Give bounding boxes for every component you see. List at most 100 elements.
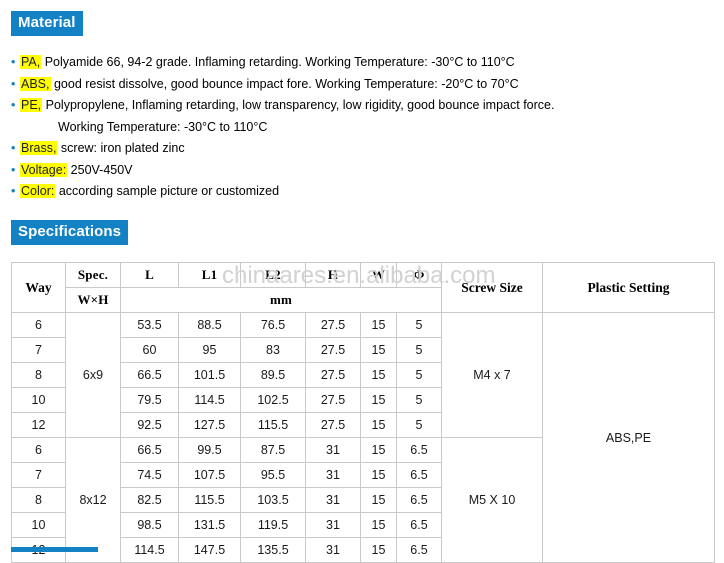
column-header-l2: L2 — [240, 262, 306, 288]
column-header-l: L — [120, 262, 179, 288]
material-term-highlight: PA, — [20, 55, 42, 69]
column-header-way: Way — [11, 262, 66, 313]
cell-l: 74.5 — [120, 462, 179, 488]
table-row: 6 6x9 53.5 88.5 76.5 27.5 15 5 M4 x 7 ABS,PE — [11, 312, 715, 563]
column-header-phi: Φ — [396, 262, 442, 288]
material-section-heading-wrap: Material — [11, 11, 83, 36]
cell-l: 92.5 — [120, 412, 179, 438]
cell-l: 60 — [120, 337, 179, 363]
material-description-continued: Working Temperature: -30°C to 110°C — [58, 119, 268, 134]
material-description: according sample picture or customized — [55, 184, 280, 198]
specifications-table: Way Spec. L L1 L2 H W Φ Screw Size Plast… — [11, 262, 715, 563]
cell-phi: 5 — [396, 362, 442, 388]
cell-h: 27.5 — [305, 412, 361, 438]
cell-way: 10 — [11, 512, 66, 538]
cell-phi: 6.5 — [396, 437, 442, 463]
cell-phi: 5 — [396, 387, 442, 413]
cell-l2: 115.5 — [240, 412, 306, 438]
cell-w: 15 — [360, 337, 397, 363]
cell-l: 53.5 — [120, 312, 179, 338]
material-description: screw: iron plated zinc — [57, 141, 185, 155]
cell-w: 15 — [360, 512, 397, 538]
cell-h: 31 — [305, 512, 361, 538]
cell-l2: 87.5 — [240, 437, 306, 463]
cell-phi: 6.5 — [396, 512, 442, 538]
cell-l: 66.5 — [120, 437, 179, 463]
cell-screw-size: M5 X 10 — [441, 437, 543, 563]
column-header-spec: Spec. — [65, 262, 121, 288]
cell-l1: 101.5 — [178, 362, 241, 388]
material-bullet-list: • PA, Polyamide 66, 94-2 grade. Inflaming… — [11, 52, 711, 203]
bottom-accent-bar — [11, 547, 98, 552]
specifications-table-body: 6 6x9 53.5 88.5 76.5 27.5 15 5 M4 x 7 ABS,PE 7 60 95… — [11, 312, 715, 563]
cell-l1: 131.5 — [178, 512, 241, 538]
material-description: 250V-450V — [67, 162, 133, 177]
cell-w: 15 — [360, 312, 397, 338]
cell-screw-size: M4 x 7 — [441, 312, 543, 438]
column-header-unit-mm: mm — [120, 287, 442, 313]
cell-phi: 5 — [396, 337, 442, 363]
bullet-icon: • — [11, 76, 16, 91]
cell-h: 31 — [305, 537, 361, 563]
material-list-item: • ABS, good resist dissolve, good bounce … — [11, 74, 711, 96]
cell-w: 15 — [360, 412, 397, 438]
cell-phi: 6.5 — [396, 462, 442, 488]
cell-h: 27.5 — [305, 362, 361, 388]
material-description: Polypropylene, Inflaming retarding, low … — [42, 98, 555, 112]
cell-way: 6 — [11, 437, 66, 463]
cell-l1: 107.5 — [178, 462, 241, 488]
bullet-icon: • — [11, 162, 16, 177]
cell-w: 15 — [360, 462, 397, 488]
cell-h: 27.5 — [305, 312, 361, 338]
cell-l1: 147.5 — [178, 537, 241, 563]
cell-h: 27.5 — [305, 337, 361, 363]
cell-w: 15 — [360, 537, 397, 563]
column-header-w: W — [360, 262, 397, 288]
cell-l1: 99.5 — [178, 437, 241, 463]
cell-way: 6 — [11, 312, 66, 338]
cell-l: 79.5 — [120, 387, 179, 413]
material-list-item: • PA, Polyamide 66, 94-2 grade. Inflaming… — [11, 52, 711, 74]
cell-way: 7 — [11, 462, 66, 488]
bullet-icon: • — [11, 55, 16, 69]
material-term-highlight: Voltage: — [20, 162, 68, 177]
cell-plastic-setting: ABS,PE — [542, 312, 715, 563]
material-list-item: • Color: according sample picture or cust… — [11, 181, 711, 203]
cell-way: 7 — [11, 337, 66, 363]
cell-l: 82.5 — [120, 487, 179, 513]
cell-phi: 5 — [396, 412, 442, 438]
column-header-wxh: W×H — [65, 287, 121, 313]
cell-l1: 88.5 — [178, 312, 241, 338]
material-list-item: • Voltage: 250V-450V — [11, 160, 711, 182]
cell-l2: 102.5 — [240, 387, 306, 413]
column-header-screw-size: Screw Size — [441, 262, 543, 313]
cell-l2: 83 — [240, 337, 306, 363]
cell-l2: 103.5 — [240, 487, 306, 513]
cell-h: 31 — [305, 437, 361, 463]
cell-w: 15 — [360, 387, 397, 413]
bullet-icon: • — [11, 98, 16, 112]
cell-l1: 114.5 — [178, 387, 241, 413]
column-header-plastic-setting: Plastic Setting — [542, 262, 715, 313]
cell-l: 66.5 — [120, 362, 179, 388]
cell-h: 27.5 — [305, 387, 361, 413]
cell-spec-wxh: 8x12 — [65, 437, 121, 563]
cell-way: 10 — [11, 387, 66, 413]
cell-phi: 5 — [396, 312, 442, 338]
specifications-table-head: Way Spec. L L1 L2 H W Φ Screw Size Plast… — [11, 262, 715, 313]
cell-l2: 76.5 — [240, 312, 306, 338]
cell-phi: 6.5 — [396, 537, 442, 563]
column-header-h: H — [305, 262, 361, 288]
material-list-item: • Brass, screw: iron plated zinc — [11, 138, 711, 160]
cell-l1: 115.5 — [178, 487, 241, 513]
cell-way: 8 — [11, 487, 66, 513]
material-term-highlight: PE, — [20, 98, 43, 112]
cell-way: 12 — [11, 412, 66, 438]
cell-l2: 89.5 — [240, 362, 306, 388]
table-header-row-primary: Way Spec. L L1 L2 H W Φ Screw Size Plast… — [11, 262, 715, 313]
cell-l2: 135.5 — [240, 537, 306, 563]
material-term-highlight: Color: — [20, 184, 56, 198]
cell-h: 31 — [305, 462, 361, 488]
cell-spec-wxh: 6x9 — [65, 312, 121, 438]
cell-w: 15 — [360, 362, 397, 388]
